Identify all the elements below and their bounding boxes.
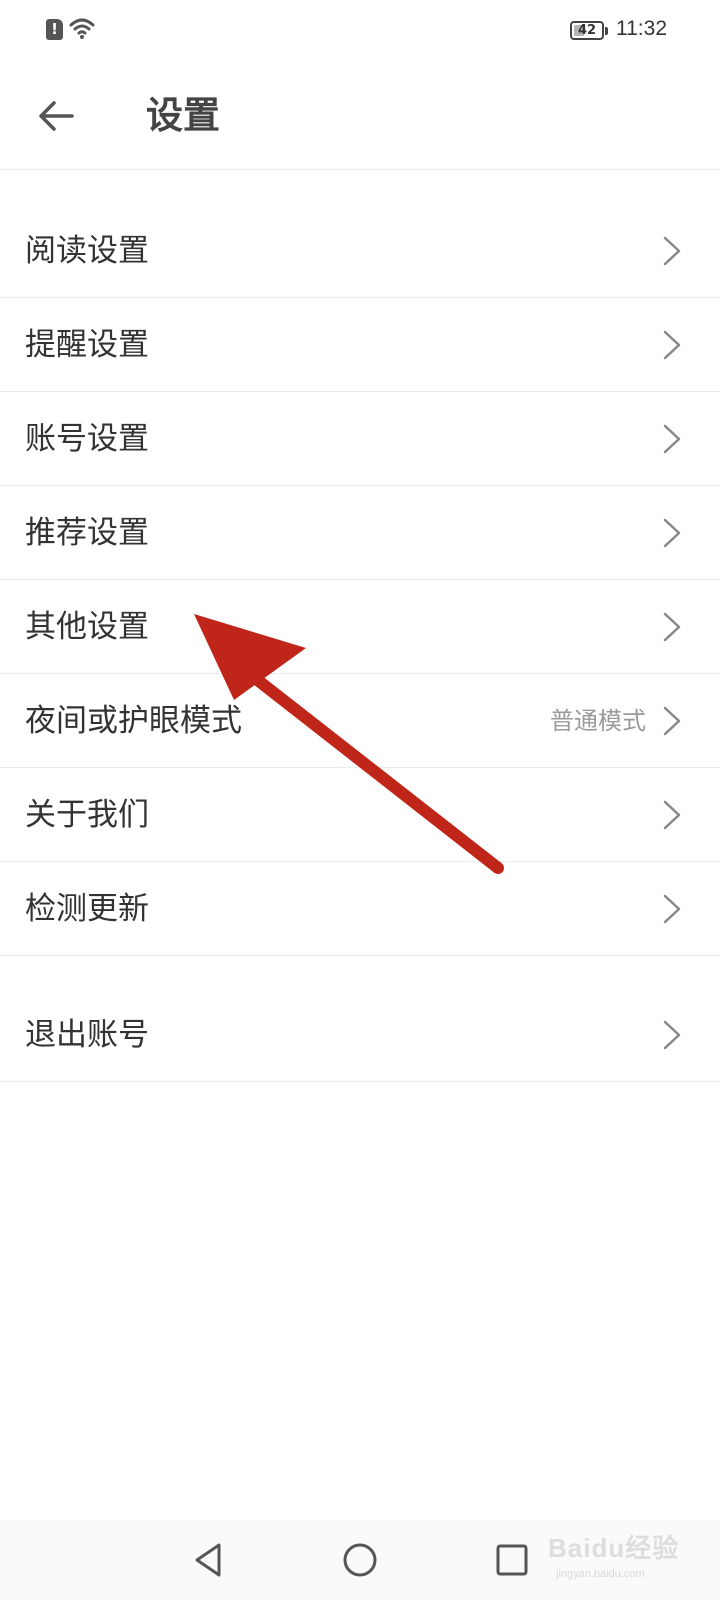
page-title: 设置 [146, 94, 220, 137]
settings-item-account[interactable]: 账号设置 [0, 392, 720, 486]
settings-item-recommend[interactable]: 推荐设置 [0, 486, 720, 580]
back-button[interactable] [30, 90, 82, 142]
chevron-right-icon [663, 800, 681, 830]
settings-item-night-mode[interactable]: 夜间或护眼模式 普通模式 [0, 674, 720, 768]
settings-item-label: 推荐设置 [25, 515, 149, 551]
settings-item-label: 阅读设置 [25, 233, 149, 269]
chevron-right-icon [663, 424, 681, 454]
status-time: 11:32 [616, 17, 667, 40]
settings-item-label: 检测更新 [25, 891, 149, 927]
settings-item-label: 提醒设置 [25, 327, 149, 363]
triangle-back-icon [195, 1543, 221, 1577]
status-bar: ! 42 11:32 [0, 0, 720, 60]
settings-item-label: 其他设置 [25, 609, 149, 645]
nav-recent-button[interactable] [488, 1536, 536, 1584]
settings-item-check-update[interactable]: 检测更新 [0, 862, 720, 956]
logout-label: 退出账号 [25, 1017, 149, 1053]
nav-back-button[interactable] [184, 1536, 232, 1584]
chevron-right-icon [663, 612, 681, 642]
chevron-right-icon [663, 706, 681, 736]
sim-alert-icon: ! [46, 19, 63, 40]
square-recent-icon [496, 1544, 528, 1576]
baidu-watermark-url: jingyan.baidu.com [556, 1568, 645, 1580]
settings-item-label: 夜间或护眼模式 [25, 703, 242, 739]
chevron-right-icon [663, 236, 681, 266]
night-mode-value: 普通模式 [550, 707, 646, 735]
nav-home-button[interactable] [336, 1536, 384, 1584]
chevron-right-icon [663, 330, 681, 360]
wifi-icon [69, 18, 95, 39]
logout-button[interactable]: 退出账号 [0, 988, 720, 1082]
baidu-watermark: Baidu经验 [548, 1533, 680, 1563]
circle-home-icon [343, 1543, 377, 1577]
chevron-right-icon [663, 894, 681, 924]
settings-item-label: 关于我们 [25, 797, 149, 833]
settings-item-label: 账号设置 [25, 421, 149, 457]
chevron-right-icon [663, 1020, 681, 1050]
settings-item-about[interactable]: 关于我们 [0, 768, 720, 862]
arrow-left-icon [39, 101, 74, 131]
settings-item-reading[interactable]: 阅读设置 [0, 204, 720, 298]
battery-level: 42 [577, 23, 597, 38]
settings-item-other[interactable]: 其他设置 [0, 580, 720, 674]
settings-list: 阅读设置 提醒设置 账号设置 推荐设置 其他设置 夜间或护眼模式 普通模式 关于… [0, 204, 720, 1082]
battery-icon: 42 [570, 21, 608, 40]
app-header: 设置 [0, 60, 720, 170]
settings-item-reminder[interactable]: 提醒设置 [0, 298, 720, 392]
chevron-right-icon [663, 518, 681, 548]
